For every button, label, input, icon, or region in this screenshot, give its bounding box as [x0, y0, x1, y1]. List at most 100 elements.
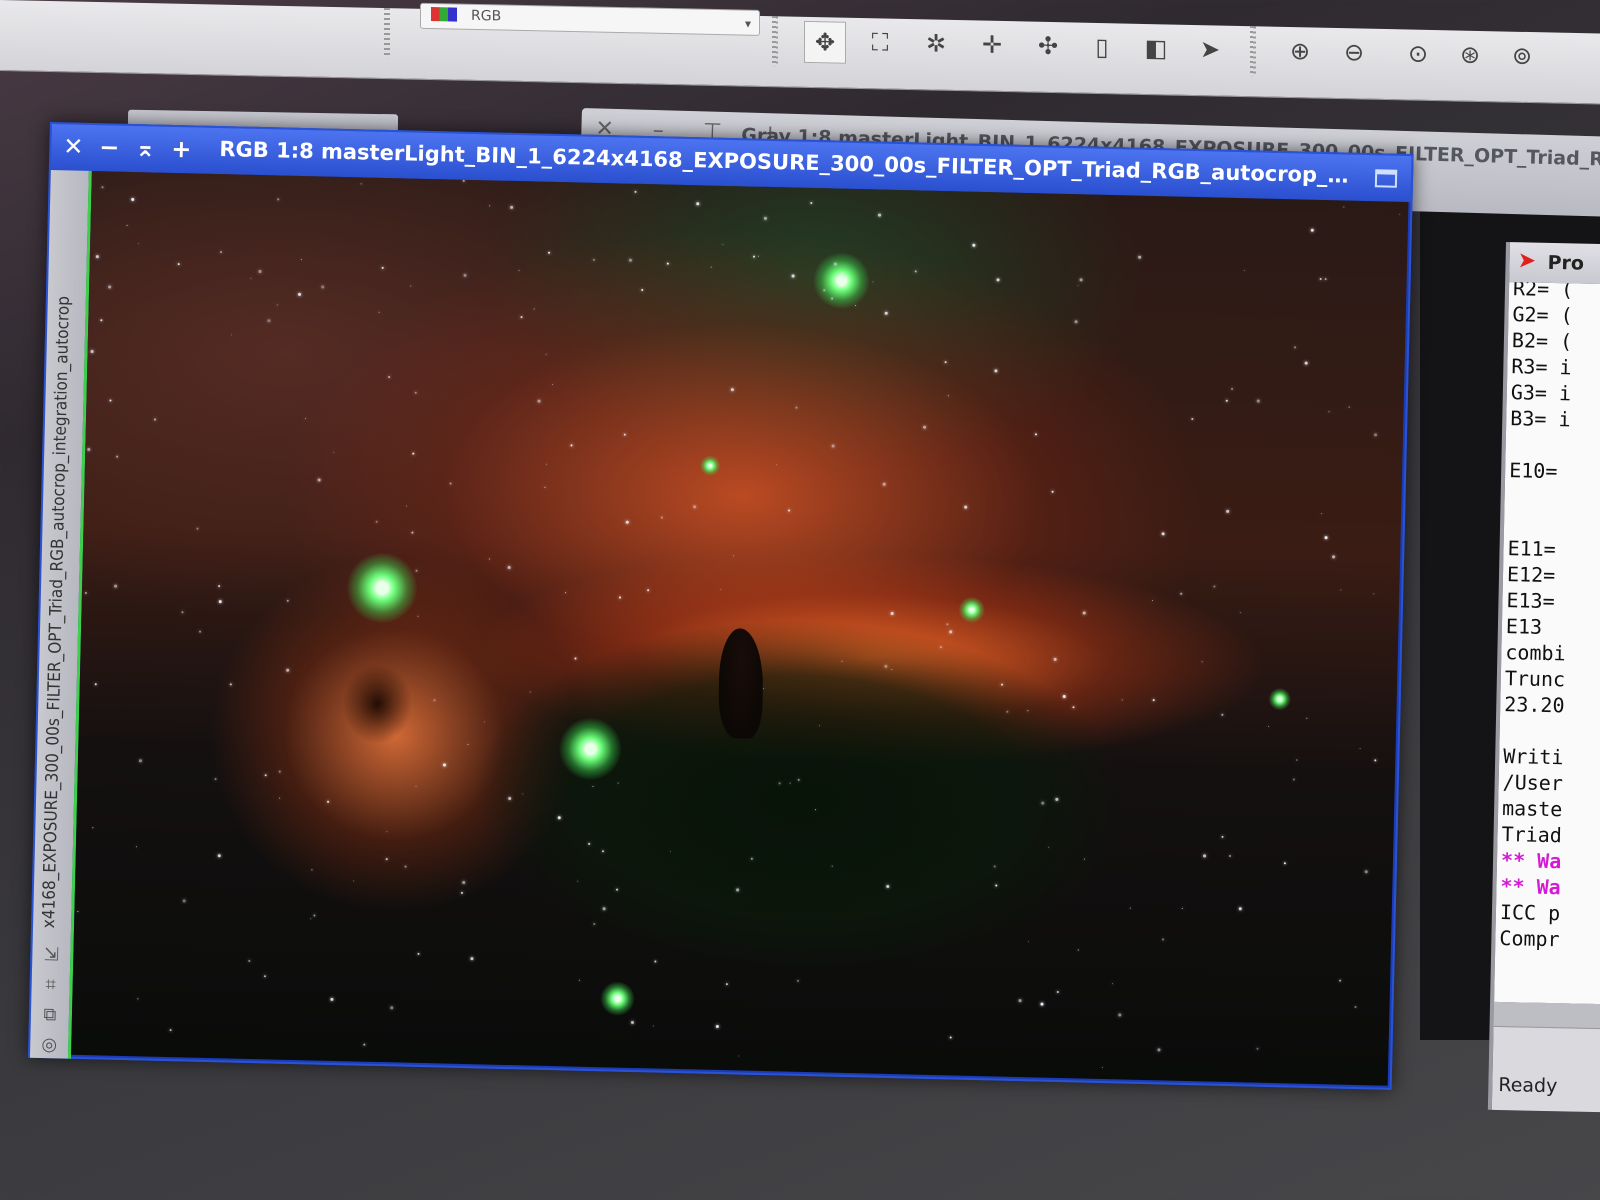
star — [831, 297, 834, 300]
star — [789, 782, 791, 784]
star — [1053, 657, 1057, 661]
star — [878, 213, 882, 217]
star — [814, 809, 817, 811]
zoom-in-alt-icon[interactable]: ⊛ — [1450, 34, 1490, 75]
star — [623, 433, 626, 436]
channel-select-value: RGB — [471, 7, 502, 25]
star — [1079, 278, 1083, 282]
clone-icon[interactable]: ⧉ — [38, 1002, 63, 1027]
star — [736, 888, 740, 892]
star — [763, 216, 767, 220]
console-output[interactable]: R2= (G2= (B2= (R3= i G3= i B3= i E10= E11= E1… — [1494, 282, 1600, 1005]
minimize-icon[interactable]: − — [93, 131, 126, 164]
star — [182, 899, 186, 903]
star — [725, 983, 728, 986]
star — [660, 516, 663, 519]
star — [470, 957, 474, 961]
console-line: combi — [1505, 640, 1566, 666]
star — [100, 319, 103, 322]
star — [510, 205, 514, 209]
star — [696, 202, 700, 206]
star — [114, 584, 118, 588]
panel-icon[interactable]: ▯ — [1082, 27, 1122, 68]
star — [95, 255, 99, 259]
close-icon[interactable]: ✕ — [57, 130, 90, 163]
star — [1359, 748, 1361, 750]
panel-arrow-icon[interactable]: ◧ — [1136, 28, 1176, 69]
restore-window-icon[interactable] — [1374, 169, 1398, 188]
zoom-out-icon[interactable]: ⊖ — [1334, 32, 1374, 73]
console-header[interactable]: ➤ Pro — [1509, 242, 1600, 285]
star — [1239, 612, 1241, 614]
process-console-window[interactable]: ➤ Pro R2= (G2= (B2= (R3= i G3= i B3= i E10=… — [1487, 242, 1600, 1113]
star — [1162, 938, 1165, 941]
star — [87, 447, 91, 452]
star — [666, 262, 669, 265]
star — [410, 285, 412, 287]
star — [518, 270, 520, 272]
nebula-image[interactable] — [71, 170, 1409, 1086]
star — [641, 288, 644, 292]
star — [964, 505, 968, 509]
maximize-icon[interactable]: + — [165, 133, 198, 166]
chevron-down-icon: ▾ — [744, 16, 751, 31]
shrink-icon[interactable]: ⇲ — [39, 942, 64, 967]
move-icon[interactable]: ✥ — [804, 20, 846, 64]
rgb-image-window[interactable]: ✕ − ⌅ + RGB 1:8 masterLight_BIN_1_6224x4… — [27, 122, 1414, 1090]
star — [1339, 979, 1342, 982]
star — [1006, 710, 1009, 713]
star — [1373, 433, 1378, 437]
star — [1056, 990, 1059, 994]
star — [1072, 706, 1075, 709]
star — [1328, 411, 1330, 413]
star — [949, 630, 953, 634]
console-line: Compr — [1499, 926, 1560, 952]
star — [462, 880, 466, 884]
star — [831, 444, 835, 448]
star — [137, 998, 139, 1000]
star — [1332, 555, 1336, 559]
star — [520, 316, 523, 319]
navigate-icon[interactable]: ✣ — [1028, 26, 1068, 67]
star — [570, 444, 573, 447]
star — [758, 255, 760, 257]
expand-icon[interactable]: ✲ — [916, 23, 956, 64]
star — [488, 558, 490, 560]
target-icon[interactable]: ◎ — [37, 1032, 62, 1057]
star — [92, 827, 94, 829]
star — [797, 778, 800, 781]
star — [1152, 600, 1154, 602]
star — [732, 555, 734, 557]
zoom-actual-icon[interactable]: ⊚ — [1502, 35, 1542, 76]
star — [1055, 797, 1059, 801]
star — [1062, 695, 1066, 699]
console-line: G3= i — [1510, 380, 1572, 406]
zoom-in-icon[interactable]: ⊕ — [1280, 31, 1320, 72]
star — [131, 197, 135, 202]
toolbar-separator — [772, 16, 778, 67]
star — [788, 509, 791, 512]
star — [669, 850, 672, 852]
star — [1181, 907, 1183, 909]
fit-icon[interactable]: ⛶ — [860, 22, 900, 63]
horizontal-scrollbar[interactable] — [1493, 1001, 1600, 1030]
star — [654, 960, 657, 963]
fit-window-icon[interactable]: ⌗ — [38, 972, 63, 997]
star — [219, 251, 223, 254]
star — [886, 884, 890, 888]
star — [1340, 589, 1342, 591]
star — [628, 258, 632, 262]
star — [545, 353, 547, 355]
star — [327, 800, 330, 803]
pan-icon[interactable]: ✛ — [972, 24, 1012, 65]
star — [462, 179, 465, 182]
pointer-icon[interactable]: ➤ — [1190, 29, 1230, 70]
shade-icon[interactable]: ⌅ — [129, 132, 162, 165]
channel-select[interactable]: RGB ▾ — [420, 2, 760, 36]
zoom-fit-icon[interactable]: ⊙ — [1398, 33, 1438, 74]
star — [625, 520, 629, 524]
star — [286, 668, 290, 672]
star — [460, 891, 463, 894]
star — [634, 190, 637, 193]
star — [1118, 1013, 1122, 1017]
